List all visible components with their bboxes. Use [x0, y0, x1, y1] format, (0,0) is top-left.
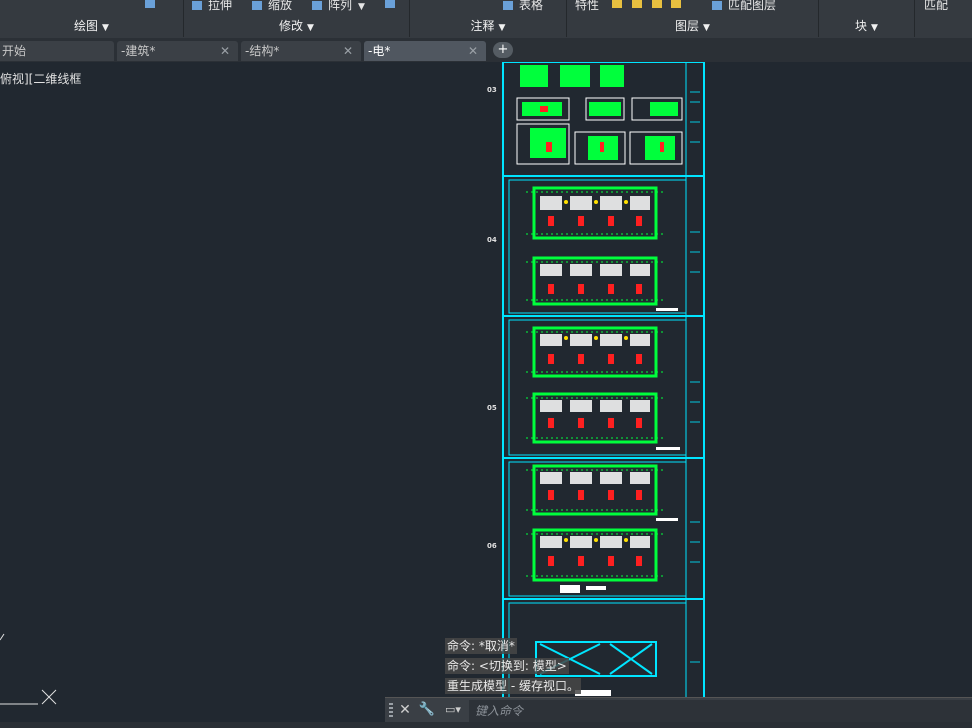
command-history-line: 命令: <切换到: 模型> — [445, 658, 569, 674]
array-button[interactable]: 阵列 ▼ — [312, 0, 371, 12]
rectangle-icon — [145, 0, 155, 8]
layer-state-icon — [631, 0, 642, 8]
chevron-down-icon: ▼ — [871, 23, 878, 33]
scale-icon — [252, 1, 262, 10]
command-history-line: 重生成模型 - 缓存视口。 — [445, 678, 581, 694]
tab-electrical[interactable]: -电* ✕ — [364, 41, 486, 61]
layer-lock-icon — [671, 0, 682, 8]
ucs-icon — [0, 633, 57, 705]
command-prompt-icon[interactable]: ▭▾ — [441, 700, 465, 720]
drag-handle[interactable] — [389, 703, 393, 717]
panel-modify[interactable]: 修改 ▼ — [184, 16, 409, 36]
tab-structure[interactable]: -结构* ✕ — [241, 41, 361, 61]
ribbon: 拉伸 缩放 阵列 ▼ 表格 特性 匹配图层 匹配 绘图 ▼ 修改 ▼ 注释 ▼ 图层 ▼ … — [0, 0, 972, 39]
command-input[interactable] — [469, 700, 972, 722]
sheet-number-label: 05 — [487, 404, 497, 412]
match-layer-button[interactable]: 匹配图层 — [712, 0, 782, 12]
stretch-button[interactable]: 拉伸 — [192, 0, 238, 12]
command-history-line: 命令: *取消* — [445, 638, 517, 654]
array-icon — [312, 1, 322, 10]
command-line: ✕ 🔧 ▭▾ — [385, 697, 972, 722]
panel-block[interactable]: 块 ▼ — [819, 16, 914, 36]
status-bar — [0, 722, 972, 728]
chevron-down-icon: ▼ — [102, 23, 109, 33]
stretch-icon — [192, 1, 202, 10]
sheet-number-label: 03 — [487, 86, 497, 94]
properties-button[interactable]: 特性 — [575, 0, 605, 12]
ribbon-draw-tool[interactable] — [145, 0, 161, 10]
sheet-03-tables — [516, 65, 683, 165]
table-button[interactable]: 表格 — [503, 0, 549, 12]
close-icon[interactable]: ✕ — [468, 41, 478, 61]
layer-tools[interactable] — [612, 0, 687, 10]
tab-architecture[interactable]: -建筑* ✕ — [117, 41, 238, 61]
layer-freeze-icon — [651, 0, 662, 8]
new-tab-button[interactable]: + — [493, 42, 513, 58]
scale-button[interactable]: 缩放 — [252, 0, 298, 12]
ribbon-extra-tool[interactable] — [385, 0, 401, 10]
close-icon[interactable]: ✕ — [343, 41, 353, 61]
panel-annotation[interactable]: 注释 ▼ — [410, 16, 566, 36]
table-icon — [503, 1, 513, 10]
layer-icon — [612, 0, 622, 8]
sheet-number-label: 04 — [487, 236, 497, 244]
match-button[interactable]: 匹配 — [924, 0, 954, 12]
panel-draw[interactable]: 绘图 ▼ — [0, 16, 183, 36]
chevron-down-icon: ▼ — [307, 23, 314, 33]
file-tab-bar: 开始 -建筑* ✕ -结构* ✕ -电* ✕ — [0, 38, 972, 62]
match-layer-icon — [712, 1, 722, 10]
sheet-numbers: 03 04 05 06 — [487, 86, 497, 550]
close-icon[interactable]: ✕ — [220, 41, 230, 61]
floor-plans — [526, 186, 680, 710]
chevron-down-icon: ▼ — [703, 23, 710, 33]
tab-start[interactable]: 开始 — [0, 41, 114, 61]
wrench-icon[interactable]: 🔧 — [418, 700, 436, 720]
sheet-number-label: 06 — [487, 542, 497, 550]
drawing-canvas[interactable]: 03 04 05 06 — [0, 62, 972, 728]
close-icon[interactable]: ✕ — [397, 700, 413, 720]
divider — [914, 0, 915, 37]
tool-icon — [385, 0, 395, 8]
chevron-down-icon: ▼ — [498, 23, 506, 33]
panel-layers[interactable]: 图层 ▼ — [567, 16, 818, 36]
